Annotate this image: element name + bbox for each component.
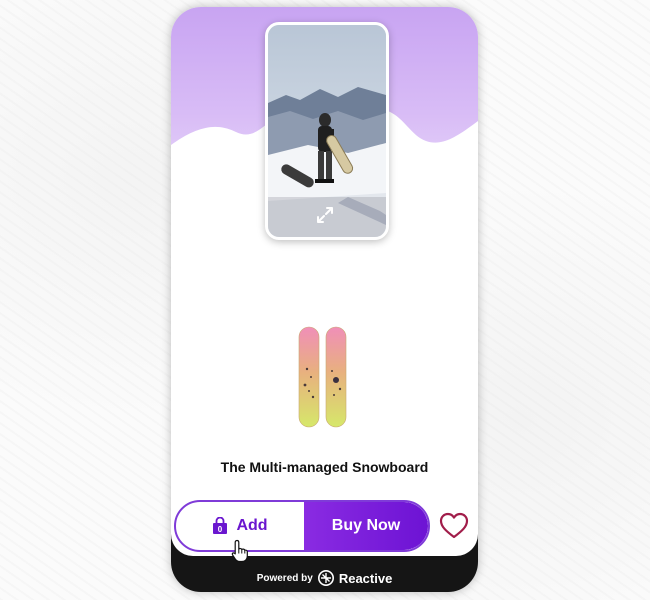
video-thumbnail[interactable] <box>265 22 389 240</box>
snowboarder-scene <box>268 25 386 237</box>
buy-now-label: Buy Now <box>331 517 401 534</box>
powered-by-label: Powered by <box>256 572 313 584</box>
hand-cursor-icon <box>231 539 248 563</box>
add-button-label: Add <box>236 517 268 534</box>
reactive-logo-icon <box>317 570 334 586</box>
svg-text:0: 0 <box>218 525 223 534</box>
cta-button-group: 0 Add Buy Now <box>174 500 430 552</box>
phone-widget: The Multi-managed Snowboard 0 Add Buy No… <box>171 7 478 592</box>
product-title: The Multi-managed Snowboard <box>220 459 429 475</box>
heart-icon[interactable] <box>439 512 469 539</box>
expand-icon[interactable] <box>317 207 333 223</box>
powered-by-footer: Powered by Reactive <box>171 570 478 586</box>
brand-name[interactable]: Reactive <box>339 571 392 586</box>
buy-now-button[interactable]: Buy Now <box>304 502 428 550</box>
snowboard-image <box>298 326 347 428</box>
shopping-bag-icon: 0 <box>213 517 228 534</box>
